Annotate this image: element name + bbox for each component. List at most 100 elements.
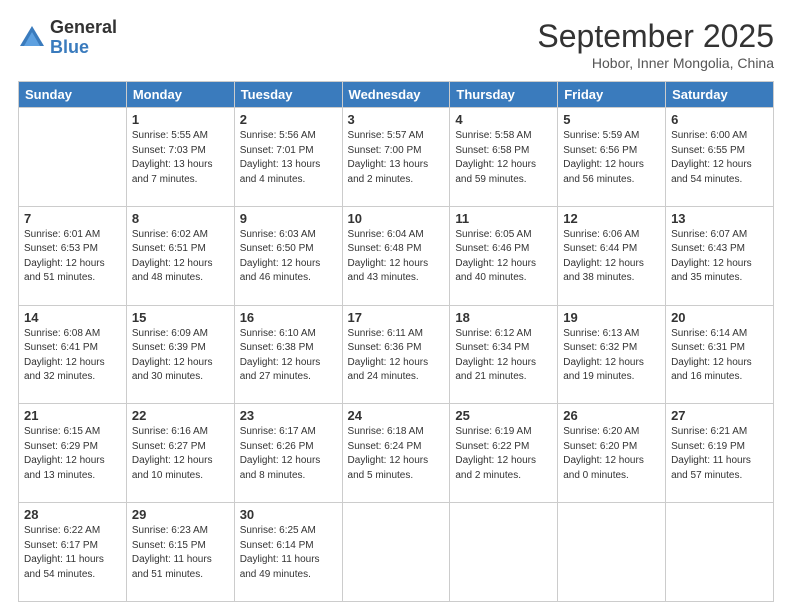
calendar-cell: 21 Sunrise: 6:15 AMSunset: 6:29 PMDayligh… bbox=[19, 404, 127, 503]
cell-info: Sunrise: 5:55 AMSunset: 7:03 PMDaylight:… bbox=[132, 129, 229, 187]
header: General Blue September 2025 Hobor, Inner… bbox=[18, 18, 774, 71]
cell-info: Sunrise: 6:18 AMSunset: 6:24 PMDaylight:… bbox=[348, 425, 445, 483]
cell-info: Sunrise: 6:09 AMSunset: 6:39 PMDaylight:… bbox=[132, 327, 229, 385]
calendar-cell: 5 Sunrise: 5:59 AMSunset: 6:56 PMDaylight… bbox=[558, 108, 666, 207]
day-number: 10 bbox=[348, 211, 445, 226]
day-number: 21 bbox=[24, 408, 121, 423]
logo-text: General Blue bbox=[50, 18, 117, 58]
calendar-cell: 26Sunrise: 6:20 AMSunset: 6:20 PMDayligh… bbox=[558, 404, 666, 503]
day-number: 1 bbox=[132, 112, 229, 127]
calendar-cell: 16 Sunrise: 6:10 AMSunset: 6:38 PMDayligh… bbox=[234, 305, 342, 404]
calendar-header-row: Sunday Monday Tuesday Wednesday Thursday… bbox=[19, 82, 774, 108]
calendar-cell: 2 Sunrise: 5:56 AMSunset: 7:01 PMDaylight… bbox=[234, 108, 342, 207]
calendar-cell: 25 Sunrise: 6:19 AMSunset: 6:22 PMDayligh… bbox=[450, 404, 558, 503]
cell-info: Sunrise: 5:58 AMSunset: 6:58 PMDaylight:… bbox=[455, 129, 552, 187]
header-thursday: Thursday bbox=[450, 82, 558, 108]
cell-info: Sunrise: 6:03 AMSunset: 6:50 PMDaylight:… bbox=[240, 228, 337, 286]
calendar-cell bbox=[19, 108, 127, 207]
calendar-cell: 22Sunrise: 6:16 AMSunset: 6:27 PMDayligh… bbox=[126, 404, 234, 503]
calendar-cell bbox=[558, 503, 666, 602]
day-number: 24 bbox=[348, 408, 445, 423]
calendar-cell: 8 Sunrise: 6:02 AMSunset: 6:51 PMDaylight… bbox=[126, 206, 234, 305]
calendar-cell: 20Sunrise: 6:14 AMSunset: 6:31 PMDayligh… bbox=[666, 305, 774, 404]
cell-info: Sunrise: 6:05 AMSunset: 6:46 PMDaylight:… bbox=[455, 228, 552, 286]
logo: General Blue bbox=[18, 18, 117, 58]
day-number: 13 bbox=[671, 211, 768, 226]
logo-blue: Blue bbox=[50, 38, 117, 58]
cell-info: Sunrise: 6:06 AMSunset: 6:44 PMDaylight:… bbox=[563, 228, 660, 286]
cell-info: Sunrise: 6:13 AMSunset: 6:32 PMDaylight:… bbox=[563, 327, 660, 385]
cell-info: Sunrise: 6:11 AMSunset: 6:36 PMDaylight:… bbox=[348, 327, 445, 385]
calendar-cell: 7 Sunrise: 6:01 AMSunset: 6:53 PMDaylight… bbox=[19, 206, 127, 305]
day-number: 11 bbox=[455, 211, 552, 226]
calendar-cell: 28 Sunrise: 6:22 AMSunset: 6:17 PMDayligh… bbox=[19, 503, 127, 602]
calendar-cell: 29 Sunrise: 6:23 AMSunset: 6:15 PMDayligh… bbox=[126, 503, 234, 602]
day-number: 29 bbox=[132, 507, 229, 522]
day-number: 5 bbox=[563, 112, 660, 127]
header-sunday: Sunday bbox=[19, 82, 127, 108]
day-number: 17 bbox=[348, 310, 445, 325]
calendar-cell: 23Sunrise: 6:17 AMSunset: 6:26 PMDayligh… bbox=[234, 404, 342, 503]
day-number: 19 bbox=[563, 310, 660, 325]
calendar-week-2: 14Sunrise: 6:08 AMSunset: 6:41 PMDayligh… bbox=[19, 305, 774, 404]
day-number: 30 bbox=[240, 507, 337, 522]
calendar-cell: 13Sunrise: 6:07 AMSunset: 6:43 PMDayligh… bbox=[666, 206, 774, 305]
calendar-cell: 17 Sunrise: 6:11 AMSunset: 6:36 PMDayligh… bbox=[342, 305, 450, 404]
cell-info: Sunrise: 6:17 AMSunset: 6:26 PMDaylight:… bbox=[240, 425, 337, 483]
calendar-cell: 14Sunrise: 6:08 AMSunset: 6:41 PMDayligh… bbox=[19, 305, 127, 404]
day-number: 8 bbox=[132, 211, 229, 226]
cell-info: Sunrise: 6:19 AMSunset: 6:22 PMDaylight:… bbox=[455, 425, 552, 483]
cell-info: Sunrise: 6:00 AMSunset: 6:55 PMDaylight:… bbox=[671, 129, 768, 187]
cell-info: Sunrise: 6:20 AMSunset: 6:20 PMDaylight:… bbox=[563, 425, 660, 483]
cell-info: Sunrise: 5:56 AMSunset: 7:01 PMDaylight:… bbox=[240, 129, 337, 187]
cell-info: Sunrise: 6:16 AMSunset: 6:27 PMDaylight:… bbox=[132, 425, 229, 483]
header-saturday: Saturday bbox=[666, 82, 774, 108]
calendar-cell: 30Sunrise: 6:25 AMSunset: 6:14 PMDayligh… bbox=[234, 503, 342, 602]
calendar-cell: 11 Sunrise: 6:05 AMSunset: 6:46 PMDayligh… bbox=[450, 206, 558, 305]
calendar-cell: 18 Sunrise: 6:12 AMSunset: 6:34 PMDayligh… bbox=[450, 305, 558, 404]
logo-icon bbox=[18, 24, 46, 52]
day-number: 7 bbox=[24, 211, 121, 226]
calendar-cell: 1 Sunrise: 5:55 AMSunset: 7:03 PMDaylight… bbox=[126, 108, 234, 207]
cell-info: Sunrise: 5:59 AMSunset: 6:56 PMDaylight:… bbox=[563, 129, 660, 187]
main-title: September 2025 bbox=[537, 18, 774, 55]
cell-info: Sunrise: 5:57 AMSunset: 7:00 PMDaylight:… bbox=[348, 129, 445, 187]
day-number: 15 bbox=[132, 310, 229, 325]
calendar-cell: 3 Sunrise: 5:57 AMSunset: 7:00 PMDaylight… bbox=[342, 108, 450, 207]
cell-info: Sunrise: 6:15 AMSunset: 6:29 PMDaylight:… bbox=[24, 425, 121, 483]
calendar-cell: 24 Sunrise: 6:18 AMSunset: 6:24 PMDayligh… bbox=[342, 404, 450, 503]
header-friday: Friday bbox=[558, 82, 666, 108]
day-number: 12 bbox=[563, 211, 660, 226]
day-number: 6 bbox=[671, 112, 768, 127]
calendar-cell: 10 Sunrise: 6:04 AMSunset: 6:48 PMDayligh… bbox=[342, 206, 450, 305]
day-number: 28 bbox=[24, 507, 121, 522]
cell-info: Sunrise: 6:02 AMSunset: 6:51 PMDaylight:… bbox=[132, 228, 229, 286]
calendar-cell bbox=[666, 503, 774, 602]
calendar-week-0: 1 Sunrise: 5:55 AMSunset: 7:03 PMDaylight… bbox=[19, 108, 774, 207]
header-wednesday: Wednesday bbox=[342, 82, 450, 108]
calendar-week-4: 28 Sunrise: 6:22 AMSunset: 6:17 PMDayligh… bbox=[19, 503, 774, 602]
cell-info: Sunrise: 6:04 AMSunset: 6:48 PMDaylight:… bbox=[348, 228, 445, 286]
day-number: 18 bbox=[455, 310, 552, 325]
header-tuesday: Tuesday bbox=[234, 82, 342, 108]
calendar-week-1: 7 Sunrise: 6:01 AMSunset: 6:53 PMDaylight… bbox=[19, 206, 774, 305]
logo-general: General bbox=[50, 18, 117, 38]
subtitle: Hobor, Inner Mongolia, China bbox=[537, 55, 774, 71]
day-number: 2 bbox=[240, 112, 337, 127]
calendar-cell: 15 Sunrise: 6:09 AMSunset: 6:39 PMDayligh… bbox=[126, 305, 234, 404]
day-number: 27 bbox=[671, 408, 768, 423]
calendar-cell: 12 Sunrise: 6:06 AMSunset: 6:44 PMDayligh… bbox=[558, 206, 666, 305]
calendar-cell: 19 Sunrise: 6:13 AMSunset: 6:32 PMDayligh… bbox=[558, 305, 666, 404]
cell-info: Sunrise: 6:01 AMSunset: 6:53 PMDaylight:… bbox=[24, 228, 121, 286]
cell-info: Sunrise: 6:10 AMSunset: 6:38 PMDaylight:… bbox=[240, 327, 337, 385]
day-number: 16 bbox=[240, 310, 337, 325]
page: General Blue September 2025 Hobor, Inner… bbox=[0, 0, 792, 612]
day-number: 25 bbox=[455, 408, 552, 423]
day-number: 3 bbox=[348, 112, 445, 127]
calendar-cell: 9Sunrise: 6:03 AMSunset: 6:50 PMDaylight… bbox=[234, 206, 342, 305]
cell-info: Sunrise: 6:22 AMSunset: 6:17 PMDaylight:… bbox=[24, 524, 121, 582]
cell-info: Sunrise: 6:23 AMSunset: 6:15 PMDaylight:… bbox=[132, 524, 229, 582]
cell-info: Sunrise: 6:08 AMSunset: 6:41 PMDaylight:… bbox=[24, 327, 121, 385]
cell-info: Sunrise: 6:12 AMSunset: 6:34 PMDaylight:… bbox=[455, 327, 552, 385]
header-monday: Monday bbox=[126, 82, 234, 108]
